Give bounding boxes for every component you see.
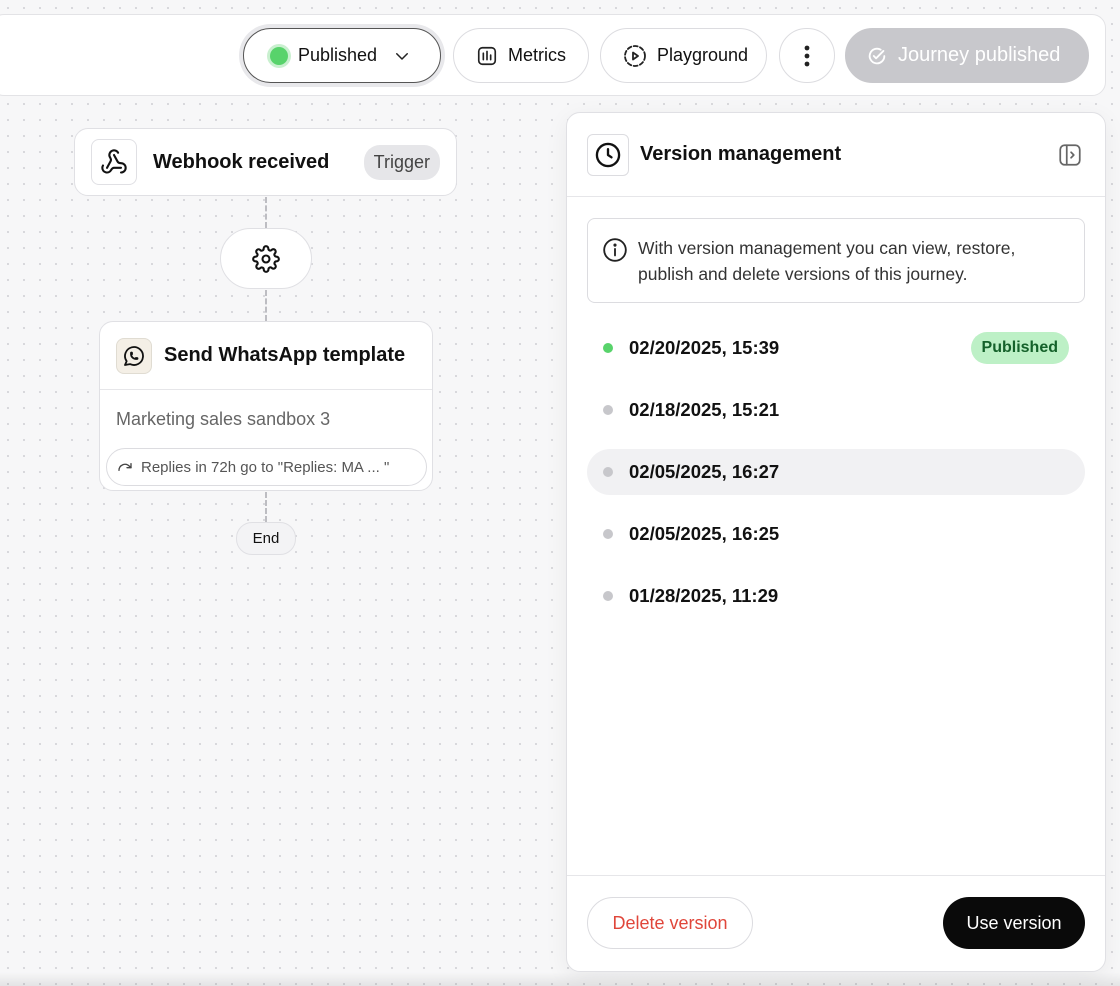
whatsapp-template-node[interactable]: Send WhatsApp template Marketing sales s… (99, 321, 433, 491)
gear-icon (252, 244, 280, 273)
status-dot (270, 46, 288, 65)
panel-header: Version management (567, 113, 1105, 197)
version-list: 02/20/2025, 15:39 Published 02/18/2025, … (587, 325, 1085, 635)
whatsapp-icon (124, 345, 144, 366)
clock-icon-box (587, 133, 629, 176)
play-circle-icon (624, 44, 646, 67)
version-date: 02/20/2025, 15:39 (629, 337, 780, 358)
info-icon (603, 238, 627, 262)
metrics-label: Metrics (508, 45, 566, 65)
version-row[interactable]: 02/18/2025, 15:21 (587, 387, 1085, 433)
version-status-dot (603, 591, 613, 601)
whatsapp-node-title: Send WhatsApp template (164, 344, 406, 366)
whatsapp-icon-box (116, 337, 152, 374)
metrics-button[interactable]: Metrics (453, 28, 589, 83)
journey-published-button[interactable]: Journey published (845, 28, 1089, 83)
window-bottom-shadow (0, 972, 1120, 986)
version-status-dot (603, 467, 613, 477)
panel-right-icon (1059, 143, 1081, 166)
clock-icon (595, 142, 621, 167)
version-row[interactable]: 01/28/2025, 11:29 (587, 573, 1085, 619)
webhook-icon-box (91, 139, 137, 185)
chevron-down-icon (396, 52, 409, 60)
version-status-dot (603, 405, 613, 415)
version-status-dot (603, 529, 613, 539)
bar-chart-icon (477, 46, 497, 65)
version-row[interactable]: 02/05/2025, 16:25 (587, 511, 1085, 557)
version-date: 02/05/2025, 16:25 (629, 523, 780, 544)
version-date: 01/28/2025, 11:29 (629, 585, 779, 606)
journey-published-label: Journey published (898, 44, 1061, 66)
panel-title: Version management (640, 143, 842, 165)
redo-arrow-icon (118, 463, 132, 471)
connector-line (265, 492, 267, 522)
version-row[interactable]: 02/05/2025, 16:27 (587, 449, 1085, 495)
info-text: With version management you can view, re… (638, 238, 1016, 284)
trigger-title: Webhook received (153, 150, 330, 173)
version-status-dot (603, 343, 613, 353)
settings-node[interactable] (220, 228, 312, 289)
published-badge: Published (970, 332, 1069, 364)
reply-route-chip[interactable]: Replies in 72h go to "Replies: MA ... " (106, 448, 427, 486)
delete-version-button[interactable]: Delete version (587, 897, 753, 949)
more-options-button[interactable] (779, 28, 835, 83)
connector-line (265, 197, 267, 228)
panel-footer: Delete version Use version (567, 875, 1105, 971)
info-box: With version management you can view, re… (587, 218, 1085, 303)
more-vertical-icon (804, 45, 810, 66)
version-date: 02/18/2025, 15:21 (629, 399, 780, 420)
status-dropdown[interactable]: Published (243, 28, 441, 83)
playground-button[interactable]: Playground (600, 28, 767, 83)
connector-line (265, 290, 267, 321)
check-square-icon (868, 47, 886, 64)
playground-label: Playground (657, 45, 749, 65)
trigger-badge: Trigger (363, 144, 440, 180)
version-date: 02/05/2025, 16:27 (629, 461, 780, 482)
trigger-node[interactable]: Webhook received Trigger (74, 128, 457, 196)
whatsapp-node-header: Send WhatsApp template (100, 322, 432, 390)
use-version-button[interactable]: Use version (943, 897, 1085, 949)
status-label: Published (298, 45, 378, 65)
reply-route-label: Replies in 72h go to "Replies: MA ... " (141, 458, 390, 476)
whatsapp-node-subtitle: Marketing sales sandbox 3 (116, 409, 331, 429)
version-management-panel: Version management With version manageme… (566, 112, 1106, 972)
collapse-panel-button[interactable] (1057, 142, 1083, 168)
webhook-icon (101, 149, 127, 174)
version-row[interactable]: 02/20/2025, 15:39 Published (587, 325, 1085, 371)
end-node: End (236, 522, 296, 555)
